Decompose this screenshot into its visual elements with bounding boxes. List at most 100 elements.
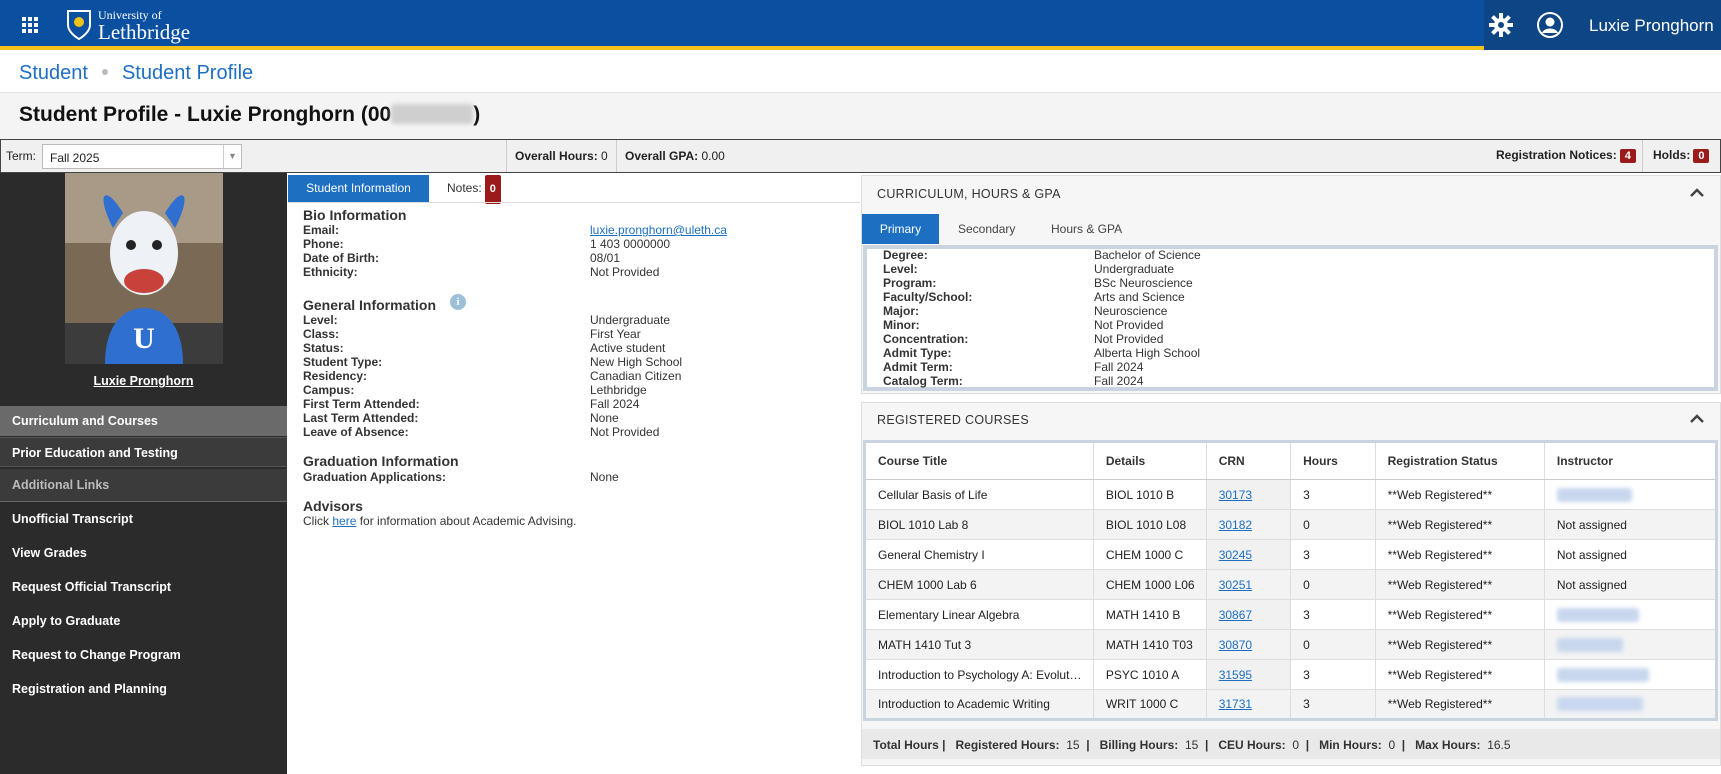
crn-link[interactable]: 30870	[1206, 629, 1292, 660]
tab-primary[interactable]: Primary	[862, 214, 939, 244]
registration-status: **Web Registered**	[1375, 539, 1545, 570]
chevron-down-icon[interactable]: ▼	[223, 145, 241, 168]
instructor-cell: Not assigned	[1544, 569, 1718, 600]
sidebar-link-registration-planning[interactable]: Registration and Planning	[0, 682, 287, 696]
term-select-value: Fall 2025	[50, 151, 100, 165]
course-hours: 3	[1290, 479, 1376, 510]
column-header-details[interactable]: Details	[1093, 441, 1207, 480]
collapse-chevron-up-icon[interactable]	[1690, 187, 1704, 197]
holds[interactable]: Holds: 0	[1653, 148, 1710, 163]
column-header-course-title[interactable]: Course Title	[864, 441, 1094, 480]
holds-badge: 0	[1693, 149, 1710, 163]
header-user-name[interactable]: Luxie Pronghorn	[1589, 16, 1714, 36]
course-details: WRIT 1000 C	[1093, 689, 1207, 720]
course-details: MATH 1410 B	[1093, 599, 1207, 630]
crn-link[interactable]: 30182	[1206, 509, 1292, 540]
general-last-term-label: Last Term Attended:	[303, 411, 419, 425]
total-hours-label: Total Hours |	[873, 738, 946, 752]
general-residency-label: Residency:	[303, 369, 368, 383]
general-heading: General Information	[303, 297, 437, 313]
user-avatar-icon[interactable]	[1537, 12, 1563, 38]
sidebar-link-apply-to-graduate[interactable]: Apply to Graduate	[0, 614, 287, 628]
sidebar-item-curriculum-courses[interactable]: Curriculum and Courses	[0, 406, 287, 436]
crn-link[interactable]: 30867	[1206, 599, 1292, 630]
advisors-here-link[interactable]: here	[332, 514, 356, 528]
registered-hours-value: 15	[1066, 738, 1080, 752]
general-status-value: Active student	[590, 341, 666, 355]
sidebar-link-change-program[interactable]: Request to Change Program	[0, 648, 287, 662]
redacted-instructor-name[interactable]	[1556, 607, 1639, 622]
crn-link[interactable]: 31731	[1206, 689, 1292, 720]
tab-student-information[interactable]: Student Information	[288, 175, 429, 202]
advisors-text-before: Click	[303, 514, 333, 528]
table-row: Cellular Basis of Life BIOL 1010 B 30173…	[864, 479, 1718, 510]
sidebar-student-name[interactable]: Luxie Pronghorn	[0, 374, 287, 388]
redacted-instructor-name[interactable]	[1556, 487, 1632, 502]
curriculum-faculty-value: Arts and Science	[1094, 290, 1185, 304]
instructor-cell	[1544, 659, 1718, 690]
registration-status: **Web Registered**	[1375, 629, 1545, 660]
breadcrumb: Student Student Profile	[19, 62, 253, 85]
sidebar-link-request-official-transcript[interactable]: Request Official Transcript	[0, 580, 287, 594]
registration-notices-label: Registration Notices:	[1496, 148, 1617, 162]
tab-hours-gpa[interactable]: Hours & GPA	[1051, 214, 1122, 244]
breadcrumb-student-profile[interactable]: Student Profile	[122, 62, 253, 84]
redacted-instructor-name[interactable]	[1556, 697, 1643, 712]
divider	[616, 140, 617, 172]
graduation-applications-label: Graduation Applications:	[303, 470, 446, 484]
crn-link[interactable]: 31595	[1206, 659, 1292, 690]
max-hours-label: Max Hours:	[1415, 738, 1481, 752]
column-header-registration-status[interactable]: Registration Status	[1375, 441, 1545, 480]
redacted-instructor-name[interactable]	[1556, 667, 1649, 682]
overall-hours: Overall Hours: 0	[515, 149, 608, 163]
general-class-value: First Year	[590, 327, 641, 341]
term-select[interactable]: Fall 2025 ▼	[42, 144, 242, 169]
billing-hours-value: 15	[1184, 738, 1199, 752]
breadcrumb-student[interactable]: Student	[19, 62, 88, 84]
course-details: BIOL 1010 L08	[1093, 509, 1207, 540]
table-header-row: Course Title Details CRN Hours Registrat…	[864, 441, 1718, 480]
page-title: Student Profile - Luxie Pronghorn (00)	[19, 103, 480, 127]
page-title-close: )	[473, 103, 481, 126]
page-title-text: Student Profile - Luxie Pronghorn (00	[19, 103, 392, 126]
course-title: Elementary Linear Algebra	[864, 599, 1094, 630]
general-last-term-value: None	[590, 411, 619, 425]
general-first-term-label: First Term Attended:	[303, 397, 420, 411]
university-shield-icon	[67, 10, 91, 41]
tab-notes[interactable]: Notes: 0	[447, 175, 501, 204]
bio-ethnicity-value: Not Provided	[590, 265, 660, 279]
overall-gpa-value: 0.00	[701, 149, 725, 163]
apps-grid-icon[interactable]	[22, 17, 38, 33]
instructor-cell	[1544, 599, 1718, 630]
tab-secondary[interactable]: Secondary	[958, 214, 1015, 244]
column-header-instructor[interactable]: Instructor	[1544, 441, 1718, 480]
table-row: BIOL 1010 Lab 8 BIOL 1010 L08 30182 0 **…	[864, 509, 1718, 540]
collapse-chevron-up-icon[interactable]	[1690, 413, 1704, 423]
column-header-hours[interactable]: Hours	[1290, 441, 1376, 480]
bio-heading: Bio Information	[303, 207, 407, 223]
bio-email-link[interactable]: luxie.pronghorn@uleth.ca	[590, 223, 727, 237]
course-hours: 3	[1290, 659, 1376, 690]
info-icon[interactable]: i	[450, 294, 466, 310]
crn-link[interactable]: 30173	[1206, 479, 1292, 510]
curriculum-heading: CURRICULUM, HOURS & GPA	[877, 187, 1061, 201]
sidebar-link-view-grades[interactable]: View Grades	[0, 546, 287, 560]
svg-text:U: U	[133, 322, 155, 355]
general-student-type-label: Student Type:	[303, 355, 383, 369]
university-logo[interactable]: University of Lethbridge	[98, 9, 190, 43]
sidebar-link-unofficial-transcript[interactable]: Unofficial Transcript	[0, 512, 287, 526]
min-hours-label: Min Hours:	[1319, 738, 1382, 752]
curriculum-concentration-value: Not Provided	[1094, 332, 1164, 346]
billing-hours-label: Billing Hours:	[1099, 738, 1179, 752]
graduation-applications-value: None	[590, 470, 619, 484]
crn-link[interactable]: 30245	[1206, 539, 1292, 570]
registration-notices[interactable]: Registration Notices: 4	[1496, 148, 1636, 163]
term-bar: Term: Fall 2025 ▼ Overall Hours: 0 Overa…	[0, 139, 1721, 173]
column-header-crn[interactable]: CRN	[1206, 441, 1292, 480]
crn-link[interactable]: 30251	[1206, 569, 1292, 600]
curriculum-faculty-label: Faculty/School:	[883, 290, 973, 304]
redacted-instructor-name[interactable]	[1556, 637, 1623, 652]
registered-hours-label: Registered Hours:	[955, 738, 1060, 752]
sidebar-item-prior-education[interactable]: Prior Education and Testing	[0, 437, 287, 467]
gear-icon[interactable]	[1489, 13, 1513, 37]
